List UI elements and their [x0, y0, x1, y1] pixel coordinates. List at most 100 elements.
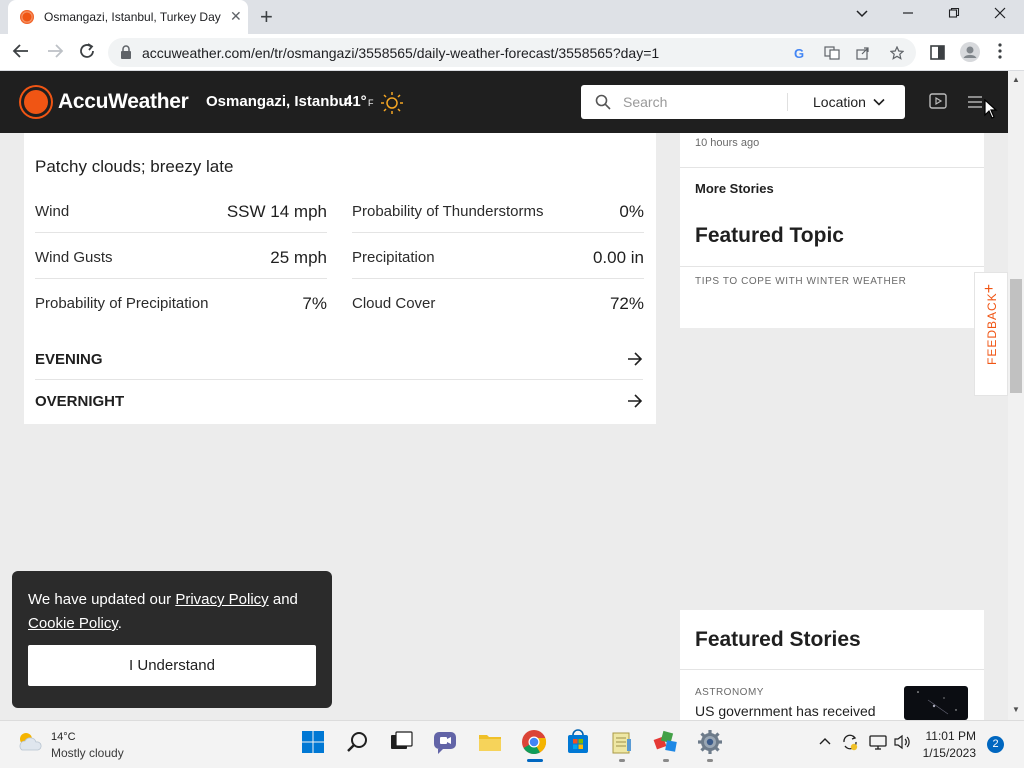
video-icon[interactable]: [929, 93, 947, 114]
detail-cloud-cover: Cloud Cover 72%: [352, 279, 644, 325]
close-window-icon[interactable]: [994, 6, 1006, 22]
detail-label: Probability of Precipitation: [35, 295, 209, 312]
featured-topic-link[interactable]: TIPS TO COPE WITH WINTER WEATHER: [695, 276, 906, 287]
active-app-indicator: [527, 759, 543, 762]
story-headline-link[interactable]: US government has received: [695, 703, 876, 719]
reload-icon[interactable]: [78, 42, 96, 65]
accuweather-favicon-icon: [20, 10, 34, 24]
cookie-policy-link[interactable]: Cookie Policy: [28, 615, 118, 632]
cookie-text: We have updated our: [28, 591, 176, 608]
address-bar[interactable]: accuweather.com/en/tr/osmangazi/3558565/…: [108, 38, 916, 67]
running-app-indicator: [707, 759, 713, 762]
notepad-icon[interactable]: [609, 729, 637, 757]
side-panel-icon[interactable]: [930, 44, 945, 65]
detail-wind: Wind SSW 14 mph: [35, 187, 327, 233]
privacy-policy-link[interactable]: Privacy Policy: [175, 591, 268, 608]
scrollbar-thumb[interactable]: [1010, 279, 1022, 393]
running-app-indicator: [663, 759, 669, 762]
browser-toolbar: accuweather.com/en/tr/osmangazi/3558565/…: [0, 34, 1024, 71]
i-understand-button[interactable]: I Understand: [28, 645, 316, 686]
google-icon[interactable]: G: [794, 46, 804, 61]
detail-label: Cloud Cover: [352, 295, 436, 312]
browser-tab-bar: Osmangazi, Istanbul, Turkey Day ✕ +: [0, 0, 1024, 34]
story-thumbnail[interactable]: [904, 686, 968, 720]
file-explorer-icon[interactable]: [477, 729, 505, 757]
microsoft-store-icon[interactable]: [565, 729, 593, 757]
network-icon[interactable]: [869, 734, 887, 755]
minimize-icon[interactable]: [902, 6, 914, 22]
back-icon[interactable]: [12, 42, 30, 65]
feedback-label: FEEDBACK: [985, 292, 999, 365]
location-button[interactable]: Location: [813, 94, 866, 110]
notification-badge[interactable]: 2: [987, 736, 1004, 753]
detail-value: 25 mph: [270, 248, 327, 267]
scroll-down-icon[interactable]: ▼: [1012, 705, 1020, 714]
browser-tab[interactable]: Osmangazi, Istanbul, Turkey Day ✕: [8, 0, 248, 34]
detail-precipitation: Precipitation 0.00 in: [352, 233, 644, 279]
divider: [680, 669, 984, 670]
feedback-tab[interactable]: + FEEDBACK: [974, 272, 1008, 396]
page-scrollbar[interactable]: ▲ ▼: [1008, 71, 1024, 720]
day-forecast-card: Patchy clouds; breezy late Wind SSW 14 m…: [24, 133, 656, 424]
divider: [680, 266, 984, 267]
new-tab-icon[interactable]: +: [260, 4, 273, 30]
arrow-right-icon: [627, 393, 643, 413]
sync-icon[interactable]: [841, 733, 859, 756]
chrome-icon[interactable]: [521, 729, 549, 757]
detail-precip-probability: Probability of Precipitation 7%: [35, 279, 327, 325]
cookie-text: .: [117, 615, 122, 632]
windows-taskbar: 14°C Mostly cloudy 11:01 PM 1/15/2023 2: [0, 720, 1024, 768]
detail-label: Precipitation: [352, 249, 435, 266]
story-timestamp: 10 hours ago: [695, 137, 760, 149]
period-overnight-link[interactable]: OVERNIGHT: [35, 381, 643, 422]
featured-stories-heading: Featured Stories: [695, 628, 861, 651]
clock-date[interactable]: 1/15/2023: [918, 746, 976, 760]
weather-condition: Mostly cloudy: [51, 746, 124, 760]
forecast-phrase: Patchy clouds; breezy late: [35, 157, 234, 176]
lock-icon: [121, 45, 131, 59]
detail-value: 7%: [302, 294, 327, 313]
detail-thunderstorm-probability: Probability of Thunderstorms 0%: [352, 187, 644, 233]
task-view-icon[interactable]: [388, 729, 416, 757]
detail-label: Probability of Thunderstorms: [352, 203, 544, 220]
profile-avatar-icon[interactable]: [960, 42, 980, 67]
hamburger-menu-icon[interactable]: [966, 95, 984, 114]
accuweather-logo[interactable]: AccuWeather: [24, 90, 189, 114]
current-temperature: 41°: [344, 93, 367, 110]
detail-label: Wind: [35, 203, 70, 220]
windows-start-icon[interactable]: [300, 729, 328, 757]
brand-name: AccuWeather: [58, 90, 189, 113]
period-label: EVENING: [35, 351, 103, 368]
period-label: OVERNIGHT: [35, 393, 125, 410]
featured-stories: Featured Stories ASTRONOMY US government…: [680, 610, 984, 720]
colorful-app-icon[interactable]: [653, 729, 681, 757]
clock-time[interactable]: 11:01 PM: [920, 729, 976, 743]
browser-menu-icon[interactable]: [998, 43, 1002, 64]
chevron-down-icon[interactable]: [873, 95, 885, 113]
restore-icon[interactable]: [948, 6, 960, 22]
forward-icon[interactable]: [46, 42, 64, 65]
tray-chevron-up-icon[interactable]: [818, 735, 832, 754]
scroll-up-icon[interactable]: ▲: [1012, 75, 1020, 84]
search-icon[interactable]: [345, 729, 373, 757]
period-evening-link[interactable]: EVENING: [35, 339, 643, 380]
arrow-right-icon: [627, 351, 643, 371]
cookie-message: We have updated our Privacy Policy and C…: [28, 588, 318, 636]
detail-value: 0%: [619, 202, 644, 221]
mouse-cursor-icon: [984, 98, 998, 124]
more-stories-link[interactable]: More Stories: [695, 181, 774, 196]
story-category: ASTRONOMY: [695, 687, 764, 698]
search-input[interactable]: Search: [623, 94, 667, 110]
bookmark-star-icon[interactable]: [889, 45, 905, 63]
tab-search-chevron-icon[interactable]: [856, 6, 868, 22]
share-icon[interactable]: [856, 46, 870, 63]
translate-icon[interactable]: [824, 46, 840, 63]
search-bar[interactable]: Search Location: [581, 85, 905, 119]
tab-close-icon[interactable]: ✕: [230, 8, 242, 25]
volume-icon[interactable]: [893, 734, 911, 755]
teams-chat-icon[interactable]: [432, 729, 460, 757]
current-location[interactable]: Osmangazi, Istanbul: [206, 93, 352, 110]
weather-temp: 14°C: [51, 731, 76, 743]
weather-widget[interactable]: 14°C Mostly cloudy: [16, 730, 124, 760]
settings-gear-icon[interactable]: [697, 729, 725, 757]
